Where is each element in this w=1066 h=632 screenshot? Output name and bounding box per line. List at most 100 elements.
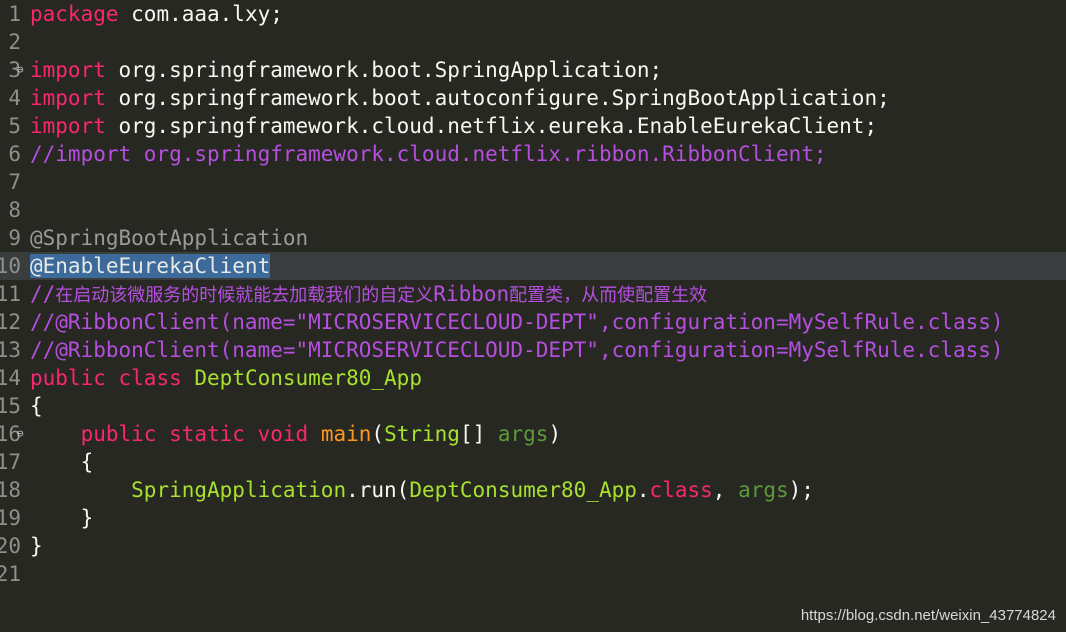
code-text: //在启动该微服务的时候就能去加载我们的自定义Ribbon配置类，从而使配置生效	[30, 280, 707, 310]
code-token: //	[30, 282, 56, 306]
code-token: public	[30, 366, 106, 390]
code-token: (	[371, 422, 385, 446]
code-token: import	[30, 114, 106, 138]
code-line[interactable]: 6 //import org.springframework.cloud.netf…	[0, 140, 1066, 168]
code-text: }	[30, 532, 43, 560]
code-line[interactable]: 7	[0, 168, 1066, 196]
code-line[interactable]: 10 @EnableEurekaClient	[0, 252, 1066, 280]
code-token: @EnableEurekaClient	[30, 254, 271, 278]
code-token: ,	[712, 478, 739, 502]
fold-toggle-icon[interactable]: ⊖	[17, 420, 24, 448]
code-line[interactable]: 4 import org.springframework.boot.autocon…	[0, 84, 1066, 112]
code-line[interactable]: 9 @SpringBootApplication	[0, 224, 1066, 252]
code-text: @EnableEurekaClient	[30, 252, 271, 280]
code-token: org.springframework.cloud.netflix.eureka…	[105, 114, 878, 138]
line-number: 18	[0, 478, 21, 502]
code-line[interactable]: 11 //在启动该微服务的时候就能去加载我们的自定义Ribbon配置类，从而使配置…	[0, 280, 1066, 308]
line-number: 21	[0, 562, 21, 586]
line-number: 15	[0, 394, 21, 418]
code-token: com.aaa.lxy;	[118, 2, 283, 26]
code-text: {	[30, 392, 43, 420]
code-line[interactable]: 12 //@RibbonClient(name="MICROSERVICECLOU…	[0, 308, 1066, 336]
line-number: 11	[0, 282, 21, 306]
watermark-url: https://blog.csdn.net/weixin_43774824	[800, 607, 1056, 624]
code-text: import org.springframework.cloud.netflix…	[30, 112, 877, 140]
code-token: .run(	[346, 478, 410, 502]
code-text: //@RibbonClient(name="MICROSERVICECLOUD-…	[30, 336, 1004, 364]
code-text: import org.springframework.boot.autoconf…	[30, 84, 890, 112]
line-number: 4	[8, 86, 21, 110]
code-text: {	[30, 448, 94, 476]
code-token: args	[738, 478, 789, 502]
code-token: import	[30, 86, 106, 110]
code-token: DeptConsumer80_App	[194, 366, 422, 390]
code-token: {	[30, 450, 94, 474]
code-line[interactable]: 19 }	[0, 504, 1066, 532]
code-token: )	[548, 422, 562, 446]
code-token: main	[320, 422, 372, 446]
line-number: 19	[0, 506, 21, 530]
code-token: DeptConsumer80_App	[409, 478, 637, 502]
code-text: //import org.springframework.cloud.netfl…	[30, 140, 827, 168]
code-token: package	[30, 2, 119, 26]
code-line[interactable]: 20}	[0, 532, 1066, 560]
code-line[interactable]: 14 public class DeptConsumer80_App	[0, 364, 1066, 392]
code-line[interactable]: 21	[0, 560, 1066, 588]
code-line[interactable]: 16 ⊖ public static void main(String[] arg…	[0, 420, 1066, 448]
line-number: 5	[8, 114, 21, 138]
code-line[interactable]: 18 SpringApplication.run(DeptConsumer80_…	[0, 476, 1066, 504]
line-number: 6	[8, 142, 21, 166]
line-number: 17	[0, 450, 21, 474]
code-token: @SpringBootApplication	[30, 226, 309, 250]
code-text: public static void main(String[] args)	[30, 420, 562, 448]
code-token: }	[30, 506, 94, 530]
line-number: 12	[0, 310, 21, 334]
code-line[interactable]: 3 ⊖ import org.springframework.boot.Spring…	[0, 56, 1066, 84]
code-token: org.springframework.boot.SpringApplicati…	[105, 58, 663, 82]
code-token: {	[30, 394, 43, 418]
code-text: SpringApplication.run(DeptConsumer80_App…	[30, 476, 814, 504]
code-token: class	[649, 478, 713, 502]
code-text: //@RibbonClient(name="MICROSERVICECLOUD-…	[30, 308, 1004, 336]
code-line[interactable]: 8	[0, 196, 1066, 224]
code-token: SpringApplication	[131, 478, 347, 502]
code-token: Ribbon	[433, 282, 510, 306]
code-line[interactable]: 15 {	[0, 392, 1066, 420]
code-token: 配置类，从而使配置生效	[509, 285, 708, 306]
code-token: org.springframework.boot.autoconfigure.S…	[105, 86, 890, 110]
code-line[interactable]: 17 {	[0, 448, 1066, 476]
code-token: //@RibbonClient(name="MICROSERVICECLOUD-…	[30, 338, 1004, 362]
code-token: import	[30, 58, 106, 82]
code-token: }	[30, 534, 43, 558]
code-token: .	[636, 478, 650, 502]
fold-toggle-icon[interactable]: ⊖	[17, 56, 24, 84]
code-text: public class DeptConsumer80_App	[30, 364, 422, 392]
code-token: args	[497, 422, 549, 446]
code-token: );	[788, 478, 814, 502]
code-token: String	[384, 422, 460, 446]
line-number: 14	[0, 366, 21, 390]
code-text: package com.aaa.lxy;	[30, 0, 283, 28]
line-number: 7	[8, 170, 21, 194]
code-token: //import org.springframework.cloud.netfl…	[30, 142, 827, 166]
code-token: public	[80, 422, 157, 446]
code-text: import org.springframework.boot.SpringAp…	[30, 56, 662, 84]
code-token: 在启动该微服务的时候就能去加载我们的自定义	[55, 285, 434, 306]
line-number: 8	[8, 198, 21, 222]
code-token: //@RibbonClient(name="MICROSERVICECLOUD-…	[30, 310, 1004, 334]
code-line[interactable]: 5 import org.springframework.cloud.netfli…	[0, 112, 1066, 140]
code-line[interactable]: 1 package com.aaa.lxy;	[0, 0, 1066, 28]
code-line[interactable]: 2	[0, 28, 1066, 56]
code-token: []	[459, 422, 498, 446]
code-editor[interactable]: 1 package com.aaa.lxy; 2 3 ⊖ import org.sprin…	[0, 0, 1066, 632]
line-number: 20	[0, 534, 21, 558]
code-token: void	[257, 422, 309, 446]
code-line[interactable]: 13 //@RibbonClient(name="MICROSERVICECLOU…	[0, 336, 1066, 364]
